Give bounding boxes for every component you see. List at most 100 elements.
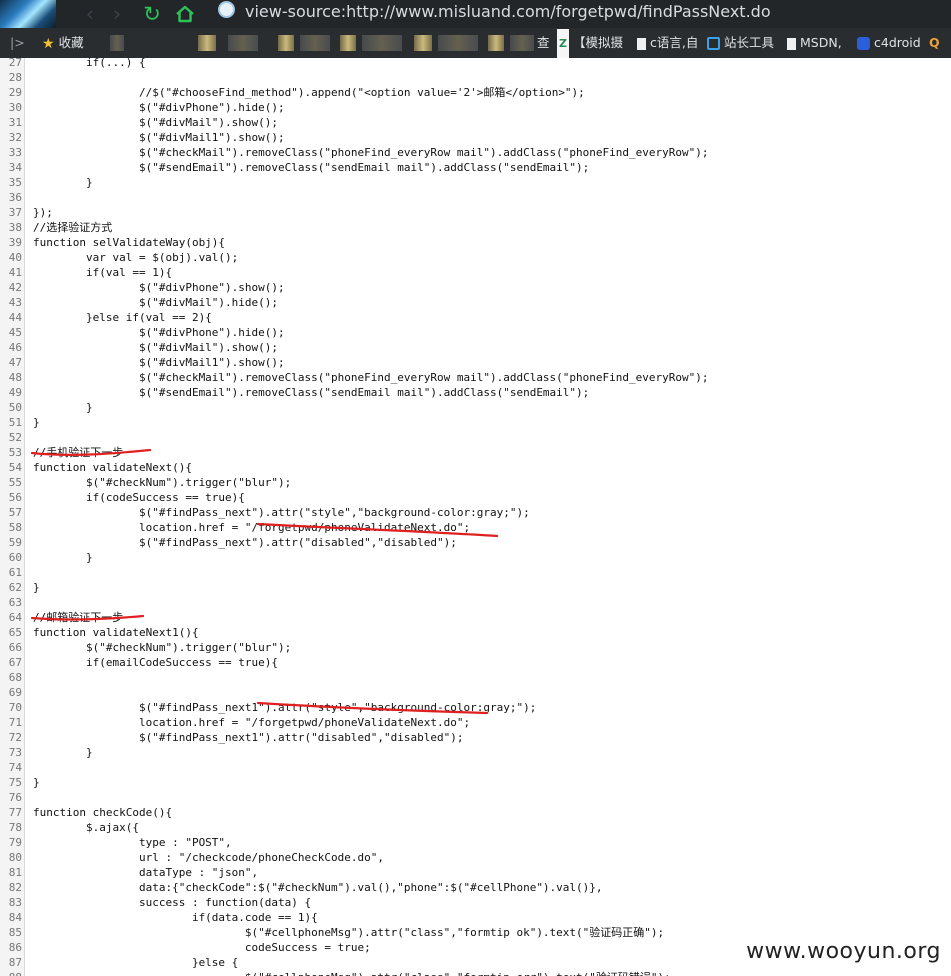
line-number: 37: [8, 206, 22, 219]
line-number: 84: [8, 911, 22, 924]
blurred-bookmark[interactable]: [510, 35, 534, 51]
blurred-bookmark[interactable]: [300, 35, 330, 51]
line-number: 59: [8, 536, 22, 549]
code-line: $("#divMail").show();: [33, 116, 279, 129]
code-line: $("#findPass_next").attr("style","backgr…: [33, 506, 530, 519]
line-number: 38: [8, 221, 22, 234]
line-number: 57: [8, 506, 22, 519]
code-line: $("#sendEmail").removeClass("sendEmail m…: [33, 386, 590, 399]
code-line: $("#cellphoneMsg").attr("class","formtip…: [33, 970, 671, 976]
line-number: 79: [8, 836, 22, 849]
code-line: success : function(data) {: [33, 896, 312, 909]
line-number: 27: [8, 58, 22, 69]
blurred-bookmark[interactable]: [228, 35, 258, 51]
reload-icon[interactable]: ↻: [140, 2, 164, 26]
line-number: 81: [8, 866, 22, 879]
line-number: 33: [8, 146, 22, 159]
line-number: 85: [8, 926, 22, 939]
line-number: 28: [8, 71, 22, 84]
search-icon[interactable]: Q: [929, 28, 940, 58]
blurred-bookmark[interactable]: [340, 35, 356, 51]
globe-icon: [218, 1, 235, 18]
code-line: if(codeSuccess == true){: [33, 491, 245, 504]
zz-icon: Z: [557, 28, 569, 58]
code-line: $("#divMail1").show();: [33, 131, 285, 144]
blurred-bookmark[interactable]: [110, 35, 124, 51]
line-number: 54: [8, 461, 22, 474]
code-line: //手机验证下一步: [33, 446, 124, 459]
line-number: 74: [8, 761, 22, 774]
code-line: }: [33, 746, 93, 759]
line-number: 80: [8, 851, 22, 864]
line-number: 40: [8, 251, 22, 264]
line-number: 39: [8, 236, 22, 249]
tab-thumbnail[interactable]: [0, 0, 56, 28]
bookmark-label: 【模拟摄: [572, 35, 623, 50]
blurred-bookmark[interactable]: [438, 35, 478, 51]
source-view[interactable]: 27 28 29 30 31 32 33 34 35 36 37 38 39 40 41 42 43 44 45 46…: [0, 58, 951, 976]
line-number: 73: [8, 746, 22, 759]
code-line: type : "POST",: [33, 836, 232, 849]
blurred-bookmark[interactable]: [488, 35, 504, 51]
code-line: $("#checkMail").removeClass("phoneFind_e…: [33, 371, 709, 384]
browser-toolbar: ‹ › ↻ view-source:http://www.misluand.co…: [0, 0, 951, 28]
blurred-bookmark[interactable]: [278, 35, 294, 51]
code-line: }else {: [33, 956, 239, 969]
line-number: 50: [8, 401, 22, 414]
forward-icon[interactable]: ›: [105, 2, 129, 26]
line-number: 46: [8, 341, 22, 354]
line-number: 44: [8, 311, 22, 324]
line-number: 48: [8, 371, 22, 384]
line-number: 75: [8, 776, 22, 789]
code-line: }: [33, 776, 40, 789]
line-number: 63: [8, 596, 22, 609]
line-number: 78: [8, 821, 22, 834]
code-line: }: [33, 176, 93, 189]
bookmark-item[interactable]: MSDN,: [787, 28, 842, 58]
line-number: 41: [8, 266, 22, 279]
bookmark-item[interactable]: 查: [537, 28, 550, 58]
sidebar-toggle-icon[interactable]: |>: [10, 28, 25, 58]
home-icon[interactable]: [173, 2, 197, 26]
bookmark-item[interactable]: Z 【模拟摄: [557, 28, 623, 58]
back-icon[interactable]: ‹: [78, 2, 102, 26]
bookmark-label: 站长工具: [724, 35, 775, 50]
line-number: 53: [8, 446, 22, 459]
blurred-bookmark[interactable]: [362, 35, 402, 51]
bookmark-label: c语言,自: [650, 35, 699, 50]
code-line: location.href = "/forgetpwd/phoneValidat…: [33, 521, 471, 534]
bookmark-item[interactable]: 站长工具: [707, 28, 774, 58]
line-number: 70: [8, 701, 22, 714]
line-number: 69: [8, 686, 22, 699]
line-number: 61: [8, 566, 22, 579]
code-line: function validateNext(){: [33, 461, 192, 474]
bookmark-item[interactable]: c4droid: [857, 28, 921, 58]
favorites-button[interactable]: ★ 收藏: [42, 28, 84, 58]
line-number: 64: [8, 611, 22, 624]
line-number: 66: [8, 641, 22, 654]
code-line: $("#findPass_next1").attr("disabled","di…: [33, 731, 464, 744]
line-number: 58: [8, 521, 22, 534]
page-icon: [787, 37, 796, 50]
line-number: 42: [8, 281, 22, 294]
line-number-gutter: 27 28 29 30 31 32 33 34 35 36 37 38 39 40 41 42 43 44 45 46…: [0, 58, 25, 976]
line-number: 30: [8, 101, 22, 114]
line-number: 34: [8, 161, 22, 174]
code-line: if(val == 1){: [33, 266, 173, 279]
code-line: $("#divPhone").hide();: [33, 101, 285, 114]
blurred-bookmark[interactable]: [414, 35, 432, 51]
page-icon: [637, 37, 646, 50]
line-number: 47: [8, 356, 22, 369]
line-number: 67: [8, 656, 22, 669]
code-line: }: [33, 551, 93, 564]
code-line: $("#divMail").show();: [33, 341, 279, 354]
line-number: 49: [8, 386, 22, 399]
address-bar[interactable]: view-source:http://www.misluand.com/forg…: [212, 0, 771, 28]
line-number: 68: [8, 671, 22, 684]
code-line: $("#divPhone").show();: [33, 281, 285, 294]
line-number: 31: [8, 116, 22, 129]
blurred-bookmark[interactable]: [198, 35, 216, 51]
code-line: if(data.code == 1){: [33, 911, 318, 924]
code-line: $("#findPass_next1").attr("style","backg…: [33, 701, 537, 714]
bookmark-item[interactable]: c语言,自: [637, 28, 698, 58]
